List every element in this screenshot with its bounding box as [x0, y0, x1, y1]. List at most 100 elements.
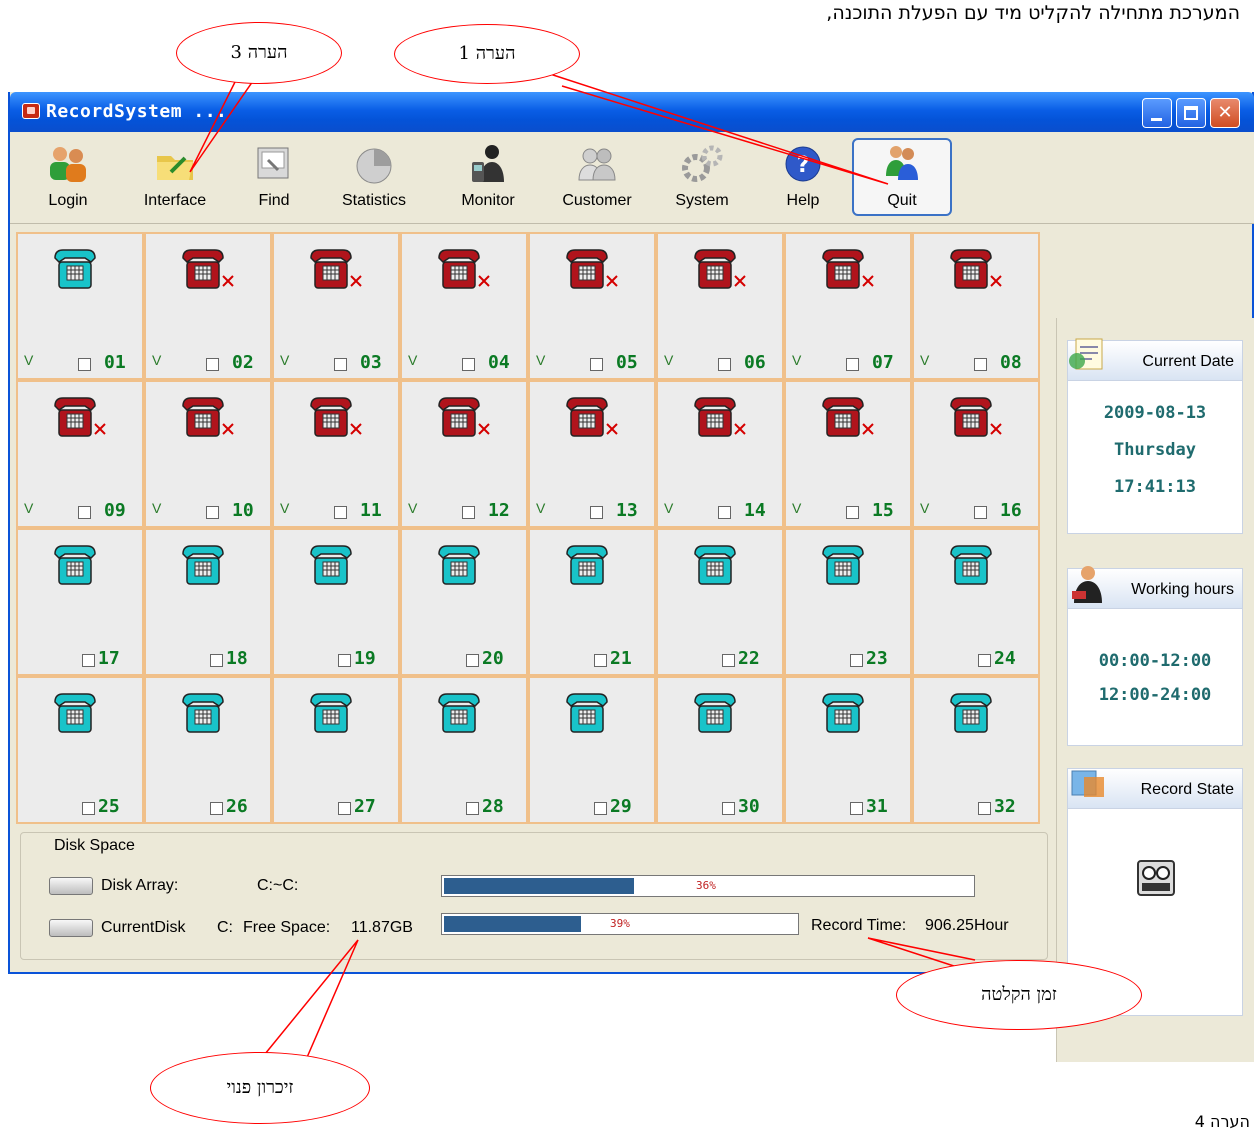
channel-checkbox[interactable] [210, 654, 223, 667]
channel-checkbox[interactable] [338, 654, 351, 667]
channel-checkbox[interactable] [850, 654, 863, 667]
current-time-value: 17:41:13 [1114, 477, 1196, 497]
side-panel: Current Date 2009-08-13 Thursday 17:41:1… [1056, 318, 1254, 1062]
channel-checkbox[interactable] [722, 802, 735, 815]
channel-cell-05[interactable]: V 05 [528, 232, 656, 380]
channel-cell-18[interactable]: 18 [144, 528, 272, 676]
channel-cell-13[interactable]: V 13 [528, 380, 656, 528]
phone-person-icon [472, 145, 504, 182]
channel-cell-21[interactable]: 21 [528, 528, 656, 676]
channel-checkbox[interactable] [846, 506, 859, 519]
channel-cell-04[interactable]: V 04 [400, 232, 528, 380]
channel-checkbox[interactable] [206, 506, 219, 519]
channel-cell-22[interactable]: 22 [656, 528, 784, 676]
minimize-button[interactable] [1142, 98, 1172, 128]
customer-button[interactable]: Customer [554, 138, 640, 218]
channel-number: 31 [866, 796, 888, 817]
channel-cell-16[interactable]: V 16 [912, 380, 1040, 528]
channel-cell-09[interactable]: V 09 [16, 380, 144, 528]
channel-cell-11[interactable]: V 11 [272, 380, 400, 528]
channel-cell-01[interactable]: V 01 [16, 232, 144, 380]
login-button[interactable]: Login [32, 138, 104, 218]
login-label: Login [48, 192, 88, 209]
phone-idle-icon [950, 693, 992, 733]
channel-checkbox[interactable] [78, 506, 91, 519]
channel-checkbox[interactable] [206, 358, 219, 371]
monitor-button[interactable]: Monitor [450, 138, 526, 218]
channel-cell-28[interactable]: 28 [400, 676, 528, 824]
channel-checkbox[interactable] [718, 506, 731, 519]
channel-cell-23[interactable]: 23 [784, 528, 912, 676]
phone-idle-icon [566, 545, 608, 585]
close-icon: ✕ [1217, 102, 1233, 123]
channel-cell-14[interactable]: V 14 [656, 380, 784, 528]
minimize-icon [1151, 118, 1162, 121]
channel-cell-29[interactable]: 29 [528, 676, 656, 824]
channel-cell-08[interactable]: V 08 [912, 232, 1040, 380]
find-button[interactable]: Find [244, 138, 304, 218]
interface-button[interactable]: Interface [132, 138, 218, 218]
quit-button[interactable]: Quit [852, 138, 952, 216]
channel-cell-25[interactable]: 25 [16, 676, 144, 824]
help-button[interactable]: ? Help [776, 138, 830, 218]
channel-cell-07[interactable]: V 07 [784, 232, 912, 380]
channel-checkbox[interactable] [334, 358, 347, 371]
channel-checkbox[interactable] [78, 358, 91, 371]
channel-cell-31[interactable]: 31 [784, 676, 912, 824]
channel-checkbox[interactable] [722, 654, 735, 667]
channel-checkbox[interactable] [594, 802, 607, 815]
statistics-button[interactable]: Statistics [332, 138, 416, 218]
channel-checkbox[interactable] [850, 802, 863, 815]
channel-number: 11 [360, 500, 382, 521]
channel-v-mark: V [792, 352, 802, 368]
system-button[interactable]: System [666, 138, 738, 218]
channel-checkbox[interactable] [466, 654, 479, 667]
channel-checkbox[interactable] [978, 802, 991, 815]
channel-cell-06[interactable]: V 06 [656, 232, 784, 380]
phone-offline-icon [182, 249, 234, 289]
channel-checkbox[interactable] [462, 506, 475, 519]
working-hours-header: Working hours [1068, 566, 1242, 609]
channel-number: 10 [232, 500, 254, 521]
channel-checkbox[interactable] [334, 506, 347, 519]
channel-cell-26[interactable]: 26 [144, 676, 272, 824]
channel-cell-20[interactable]: 20 [400, 528, 528, 676]
channel-checkbox[interactable] [974, 506, 987, 519]
phone-idle-icon [822, 693, 864, 733]
channel-checkbox[interactable] [846, 358, 859, 371]
channel-checkbox[interactable] [590, 358, 603, 371]
channel-checkbox[interactable] [590, 506, 603, 519]
channel-cell-24[interactable]: 24 [912, 528, 1040, 676]
maximize-button[interactable] [1176, 98, 1206, 128]
channel-checkbox[interactable] [338, 802, 351, 815]
channel-cell-03[interactable]: V 03 [272, 232, 400, 380]
channel-cell-19[interactable]: 19 [272, 528, 400, 676]
channel-checkbox[interactable] [718, 358, 731, 371]
channel-checkbox[interactable] [978, 654, 991, 667]
close-button[interactable]: ✕ [1210, 98, 1240, 128]
channel-checkbox[interactable] [594, 654, 607, 667]
channel-v-mark: V [792, 500, 802, 516]
phone-offline-icon [438, 249, 490, 289]
channel-v-mark: V [536, 352, 546, 368]
channel-cell-27[interactable]: 27 [272, 676, 400, 824]
channel-checkbox[interactable] [210, 802, 223, 815]
channel-cell-17[interactable]: 17 [16, 528, 144, 676]
channel-number: 06 [744, 352, 766, 373]
channel-cell-30[interactable]: 30 [656, 676, 784, 824]
channel-checkbox[interactable] [466, 802, 479, 815]
channel-cell-12[interactable]: V 12 [400, 380, 528, 528]
channel-cell-15[interactable]: V 15 [784, 380, 912, 528]
channel-checkbox[interactable] [462, 358, 475, 371]
channel-grid: V 01 V 02 V 03 V 04 V 05 V 06 V 07 V 08 V 09 V 10 V 11 V 12 V 13 V… [16, 232, 1042, 824]
channel-checkbox[interactable] [82, 654, 95, 667]
phone-offline-icon [950, 249, 1002, 289]
channel-v-mark: V [280, 352, 290, 368]
channel-checkbox[interactable] [974, 358, 987, 371]
channel-cell-02[interactable]: V 02 [144, 232, 272, 380]
channel-cell-32[interactable]: 32 [912, 676, 1040, 824]
title-bar[interactable]: RecordSystem ... ✕ [10, 92, 1254, 132]
current-disk-icon [49, 919, 93, 937]
channel-checkbox[interactable] [82, 802, 95, 815]
channel-cell-10[interactable]: V 10 [144, 380, 272, 528]
